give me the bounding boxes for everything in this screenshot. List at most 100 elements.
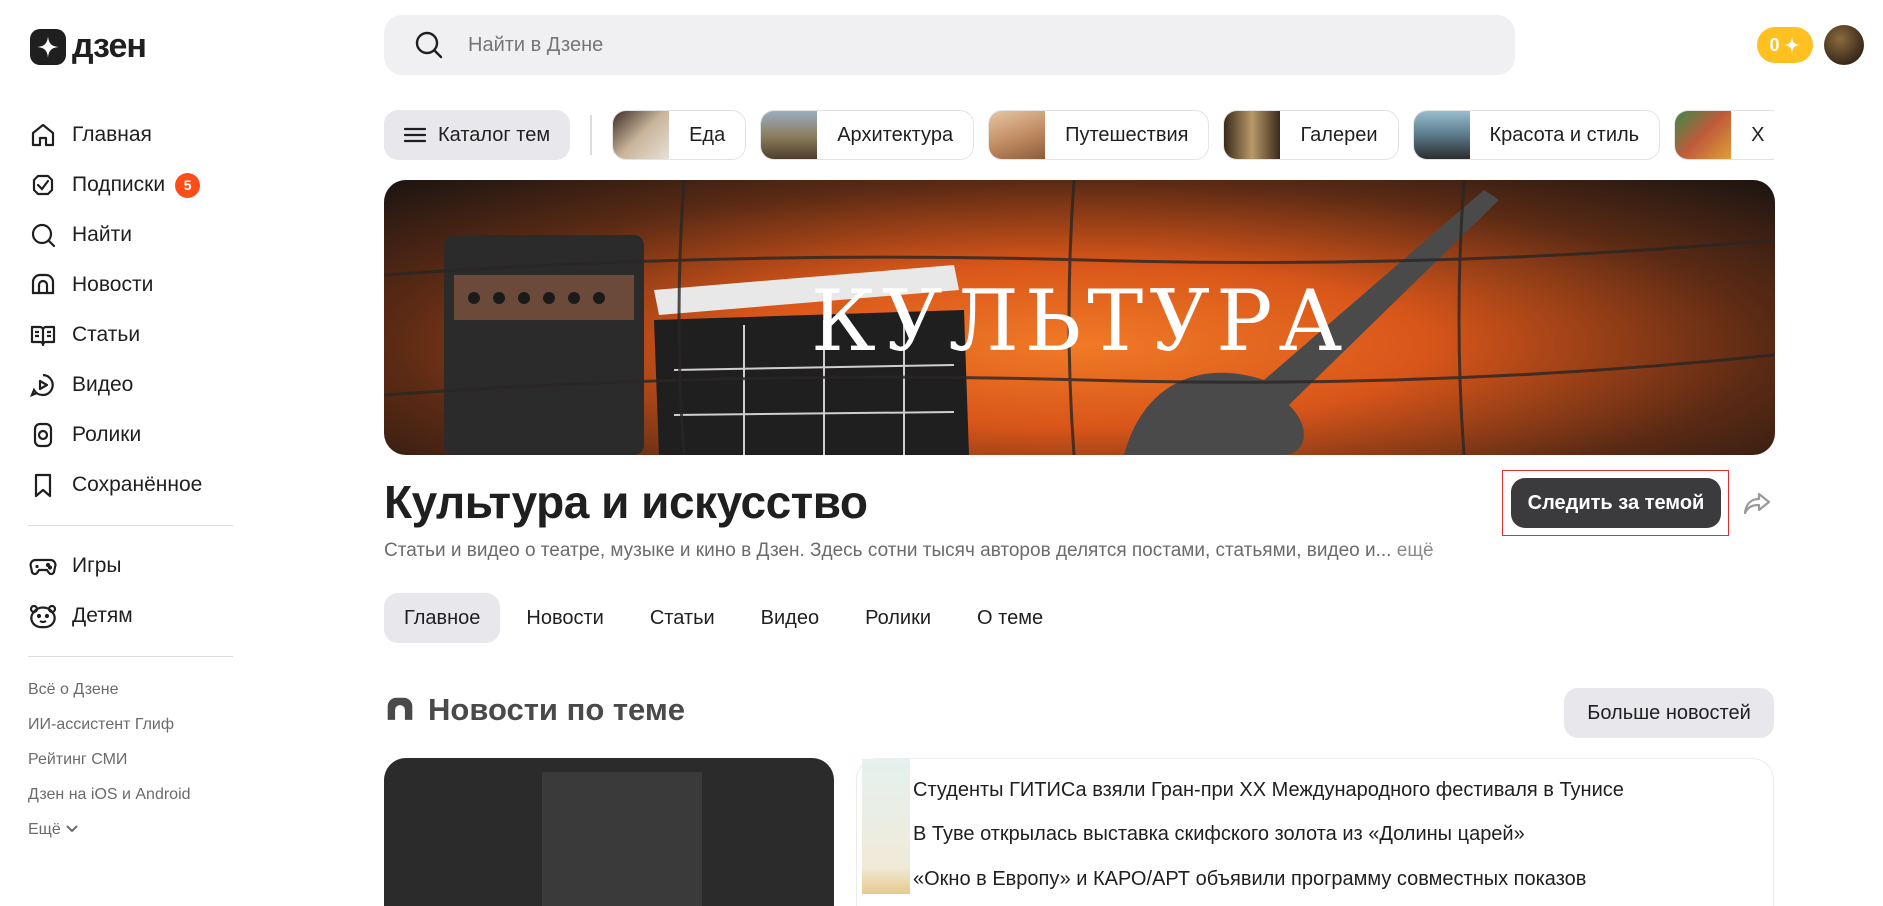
sidebar-item-label: Игры bbox=[72, 554, 122, 577]
tab-main[interactable]: Главное bbox=[384, 593, 501, 643]
news-image bbox=[542, 772, 702, 906]
sidebar-item-news[interactable]: Новости bbox=[28, 260, 238, 310]
follow-topic-button[interactable]: Следить за темой bbox=[1511, 478, 1721, 528]
footer-link-media-rating[interactable]: Рейтинг СМИ bbox=[28, 742, 191, 777]
footer-more-label: Ещё bbox=[28, 821, 61, 838]
topic-chip-travel[interactable]: Путешествия bbox=[988, 110, 1210, 160]
video-icon bbox=[28, 370, 58, 400]
topic-thumbnail bbox=[989, 111, 1046, 159]
topic-thumbnail bbox=[761, 111, 818, 159]
search-bar[interactable] bbox=[384, 15, 1515, 75]
sidebar-item-label: Статьи bbox=[72, 323, 141, 346]
sidebar-item-home[interactable]: Главная bbox=[28, 110, 238, 160]
sidebar-item-label: Детям bbox=[72, 604, 133, 627]
topic-chip-galleries[interactable]: Галереи bbox=[1223, 110, 1399, 160]
topic-tabs: Главное Новости Статьи Видео Ролики О те… bbox=[384, 593, 1063, 643]
banner-title: КУЛЬТУРА bbox=[810, 272, 1349, 370]
sidebar-item-label: Видео bbox=[72, 373, 134, 396]
sidebar-item-games[interactable]: Игры bbox=[28, 541, 238, 591]
coins-badge[interactable]: 0 bbox=[1757, 27, 1813, 63]
sidebar: дзен Главная Подписки 5 Найти Новости Ст… bbox=[0, 0, 260, 906]
search-input[interactable] bbox=[468, 33, 1368, 57]
topics-divider bbox=[590, 115, 593, 155]
footer-link-apps[interactable]: Дзен на iOS и Android bbox=[28, 777, 191, 812]
topics-row: Каталог тем Еда Архитектура Путешествия … bbox=[384, 110, 1774, 160]
topic-chip-label: Галереи bbox=[1300, 123, 1378, 146]
tab-video[interactable]: Видео bbox=[741, 593, 839, 643]
sidebar-item-subscriptions[interactable]: Подписки 5 bbox=[28, 160, 238, 210]
news-icon bbox=[28, 270, 58, 300]
avatar[interactable] bbox=[1824, 25, 1864, 65]
search-icon bbox=[415, 31, 443, 59]
articles-icon bbox=[28, 320, 58, 350]
news-item[interactable]: «Окно в Европу» и КАРО/АРТ объявили прог… bbox=[913, 868, 1586, 891]
tab-about[interactable]: О теме bbox=[957, 593, 1063, 643]
topic-description: Статьи и видео о театре, музыке и кино в… bbox=[384, 540, 1434, 562]
bookmark-icon bbox=[28, 470, 58, 500]
topic-thumbnail bbox=[1224, 111, 1281, 159]
more-news-button[interactable]: Больше новостей bbox=[1564, 688, 1774, 738]
tab-shorts[interactable]: Ролики bbox=[845, 593, 951, 643]
topic-chip-label: Красота и стиль bbox=[1489, 123, 1640, 146]
news-icon bbox=[387, 697, 413, 720]
news-section-title: Новости по теме bbox=[428, 692, 686, 727]
topic-chip-label: Архитектура bbox=[837, 123, 954, 146]
sidebar-item-kids[interactable]: Детям bbox=[28, 591, 238, 641]
search-icon bbox=[28, 220, 58, 250]
description-ellipsis: ... bbox=[1375, 540, 1392, 561]
news-card-image[interactable] bbox=[384, 758, 834, 906]
catalog-button[interactable]: Каталог тем bbox=[384, 110, 571, 160]
footer-more-button[interactable]: Ещё bbox=[28, 812, 191, 847]
catalog-label: Каталог тем bbox=[438, 123, 551, 146]
topic-chip-more[interactable]: Х bbox=[1674, 110, 1774, 160]
description-more-link[interactable]: ещё bbox=[1397, 540, 1434, 561]
topic-chip-label: Х bbox=[1751, 123, 1765, 146]
sidebar-item-video[interactable]: Видео bbox=[28, 360, 238, 410]
news-list: Студенты ГИТИСа взяли Гран-при XX Междун… bbox=[856, 758, 1774, 906]
description-text: Статьи и видео о театре, музыке и кино в… bbox=[384, 540, 1376, 561]
news-item[interactable]: Студенты ГИТИСа взяли Гран-при XX Междун… bbox=[913, 779, 1624, 802]
kids-icon bbox=[28, 601, 58, 631]
home-icon bbox=[28, 120, 58, 150]
topic-thumbnail bbox=[1675, 111, 1732, 159]
sidebar-divider bbox=[28, 525, 233, 526]
sidebar-item-label: Новости bbox=[72, 273, 154, 296]
zen-star-icon bbox=[30, 28, 66, 65]
news-section-header: Новости по теме bbox=[384, 692, 685, 728]
sidebar-item-search[interactable]: Найти bbox=[28, 210, 238, 260]
topic-chip-architecture[interactable]: Архитектура bbox=[760, 110, 975, 160]
sparkle-icon bbox=[1783, 36, 1800, 54]
sidebar-footer: Всё о Дзене ИИ-ассистент Глиф Рейтинг СМ… bbox=[28, 672, 191, 847]
topic-chip-label: Путешествия bbox=[1065, 123, 1189, 146]
sidebar-divider bbox=[28, 656, 233, 657]
sidebar-nav: Главная Подписки 5 Найти Новости Статьи … bbox=[28, 110, 238, 672]
topic-chip-food[interactable]: Еда bbox=[612, 110, 747, 160]
news-item[interactable]: В Туве открылась выставка скифского золо… bbox=[913, 823, 1525, 846]
logo[interactable]: дзен bbox=[30, 27, 147, 66]
logo-text: дзен bbox=[72, 27, 147, 65]
chevron-down-icon bbox=[66, 825, 78, 833]
sidebar-item-articles[interactable]: Статьи bbox=[28, 310, 238, 360]
page-title: Культура и искусство bbox=[384, 476, 868, 528]
subscriptions-icon bbox=[28, 170, 58, 200]
sidebar-item-label: Главная bbox=[72, 123, 152, 146]
sidebar-item-label: Найти bbox=[72, 223, 132, 246]
topic-thumbnail bbox=[613, 111, 670, 159]
notification-badge: 5 bbox=[175, 172, 201, 198]
topic-banner: КУЛЬТУРА bbox=[384, 180, 1775, 455]
gamepad-icon bbox=[28, 551, 58, 581]
topic-chip-label: Еда bbox=[689, 123, 726, 146]
tab-articles[interactable]: Статьи bbox=[630, 593, 735, 643]
sidebar-item-label: Ролики bbox=[72, 423, 142, 446]
topic-thumbnail bbox=[1413, 111, 1470, 159]
sidebar-item-saved[interactable]: Сохранённое bbox=[28, 460, 238, 510]
topic-chip-beauty[interactable]: Красота и стиль bbox=[1412, 110, 1661, 160]
sidebar-item-label: Сохранённое bbox=[72, 473, 203, 496]
footer-link-about[interactable]: Всё о Дзене bbox=[28, 672, 191, 707]
shorts-icon bbox=[28, 420, 58, 450]
sidebar-item-label: Подписки bbox=[72, 173, 166, 196]
footer-link-assistant[interactable]: ИИ-ассистент Глиф bbox=[28, 707, 191, 742]
share-icon[interactable] bbox=[1742, 488, 1772, 518]
tab-news[interactable]: Новости bbox=[506, 593, 623, 643]
sidebar-item-shorts[interactable]: Ролики bbox=[28, 410, 238, 460]
